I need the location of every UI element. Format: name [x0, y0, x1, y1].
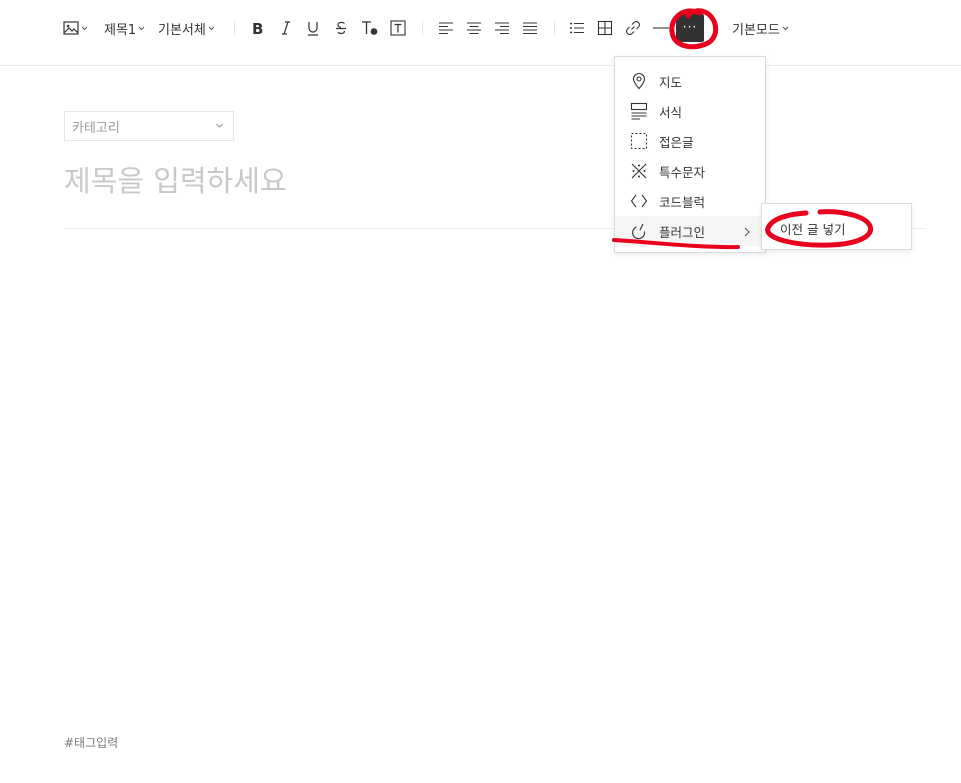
- more-options-menu: 지도 서식 접은글 특수문자 코드블럭 플러그인: [614, 56, 766, 253]
- tag-placeholder: #태그입력: [64, 736, 119, 750]
- underline-button[interactable]: [305, 14, 321, 42]
- plugin-submenu: 이전 글 넣기: [761, 203, 912, 250]
- template-icon: [630, 102, 648, 120]
- tag-input[interactable]: #태그입력: [64, 734, 118, 751]
- chevron-down-icon: [81, 25, 88, 32]
- bullet-list-button[interactable]: [569, 14, 585, 42]
- italic-button[interactable]: [278, 14, 294, 42]
- font-select[interactable]: 기본서체: [158, 14, 215, 42]
- chevron-down-icon: [138, 25, 145, 32]
- menu-item-plugin[interactable]: 플러그인: [615, 216, 765, 246]
- menu-item-label: 지도: [659, 74, 683, 90]
- image-icon: [63, 20, 79, 36]
- menu-item-label: 특수문자: [659, 164, 706, 180]
- menu-item-code-block[interactable]: 코드블럭: [615, 186, 765, 216]
- category-select[interactable]: 카테고리: [64, 111, 234, 141]
- text-color-button[interactable]: [361, 14, 379, 42]
- heading-select[interactable]: 제목1: [104, 14, 145, 42]
- align-justify-icon: [522, 20, 538, 36]
- menu-item-label: 코드블럭: [659, 194, 706, 210]
- toolbar-divider: [422, 21, 423, 35]
- align-right-button[interactable]: [494, 14, 510, 42]
- more-options-button[interactable]: ···: [676, 14, 704, 42]
- table-icon: [597, 20, 613, 36]
- menu-item-fold[interactable]: 접은글: [615, 126, 765, 156]
- strikethrough-icon: [333, 20, 349, 36]
- align-left-button[interactable]: [438, 14, 454, 42]
- align-center-icon: [466, 20, 482, 36]
- chevron-right-icon: [743, 225, 751, 240]
- table-button[interactable]: [597, 14, 613, 42]
- more-dots-icon: ···: [682, 20, 698, 34]
- menu-item-label: 서식: [659, 104, 683, 120]
- plugin-icon: [630, 222, 648, 240]
- editor-mode-select[interactable]: 기본모드: [732, 14, 789, 42]
- align-justify-button[interactable]: [522, 14, 538, 42]
- menu-item-template[interactable]: 서식: [615, 96, 765, 126]
- font-label: 기본서체: [158, 22, 206, 38]
- horizontal-rule-button[interactable]: [652, 14, 670, 42]
- menu-item-map[interactable]: 지도: [615, 66, 765, 96]
- italic-icon: [278, 20, 294, 36]
- insert-image-button[interactable]: [63, 14, 88, 42]
- mode-label: 기본모드: [732, 22, 780, 38]
- editor-toolbar: 제목1 기본서체 B ··· 기본모드: [0, 0, 961, 66]
- title-placeholder: 제목을 입력하세요: [64, 164, 287, 198]
- align-right-icon: [494, 20, 510, 36]
- fold-box-icon: [630, 132, 648, 150]
- submenu-item-insert-previous-post[interactable]: 이전 글 넣기: [780, 219, 845, 238]
- underline-icon: [305, 20, 321, 36]
- text-color-icon: [361, 20, 379, 36]
- link-icon: [625, 20, 641, 36]
- text-background-icon: [390, 20, 406, 36]
- menu-item-label: 접은글: [659, 134, 694, 150]
- align-left-icon: [438, 20, 454, 36]
- category-placeholder: 카테고리: [72, 120, 120, 136]
- bold-button[interactable]: B: [250, 14, 266, 42]
- bullet-list-icon: [569, 20, 585, 36]
- title-input[interactable]: 제목을 입력하세요: [64, 158, 926, 202]
- map-pin-icon: [630, 72, 648, 90]
- chevron-down-icon: [208, 25, 215, 32]
- chevron-down-icon: [215, 119, 224, 134]
- toolbar-divider: [234, 21, 235, 35]
- bold-icon: B: [250, 20, 266, 36]
- menu-item-label: 플러그인: [659, 224, 706, 240]
- svg-text:B: B: [252, 20, 263, 36]
- text-background-button[interactable]: [390, 14, 406, 42]
- strikethrough-button[interactable]: [333, 14, 349, 42]
- special-char-icon: [630, 162, 648, 180]
- heading-label: 제목1: [104, 22, 137, 38]
- menu-item-special-char[interactable]: 특수문자: [615, 156, 765, 186]
- horizontal-rule-icon: [652, 20, 670, 36]
- link-button[interactable]: [625, 14, 641, 42]
- chevron-down-icon: [782, 25, 789, 32]
- toolbar-divider: [554, 21, 555, 35]
- code-icon: [630, 192, 648, 210]
- align-center-button[interactable]: [466, 14, 482, 42]
